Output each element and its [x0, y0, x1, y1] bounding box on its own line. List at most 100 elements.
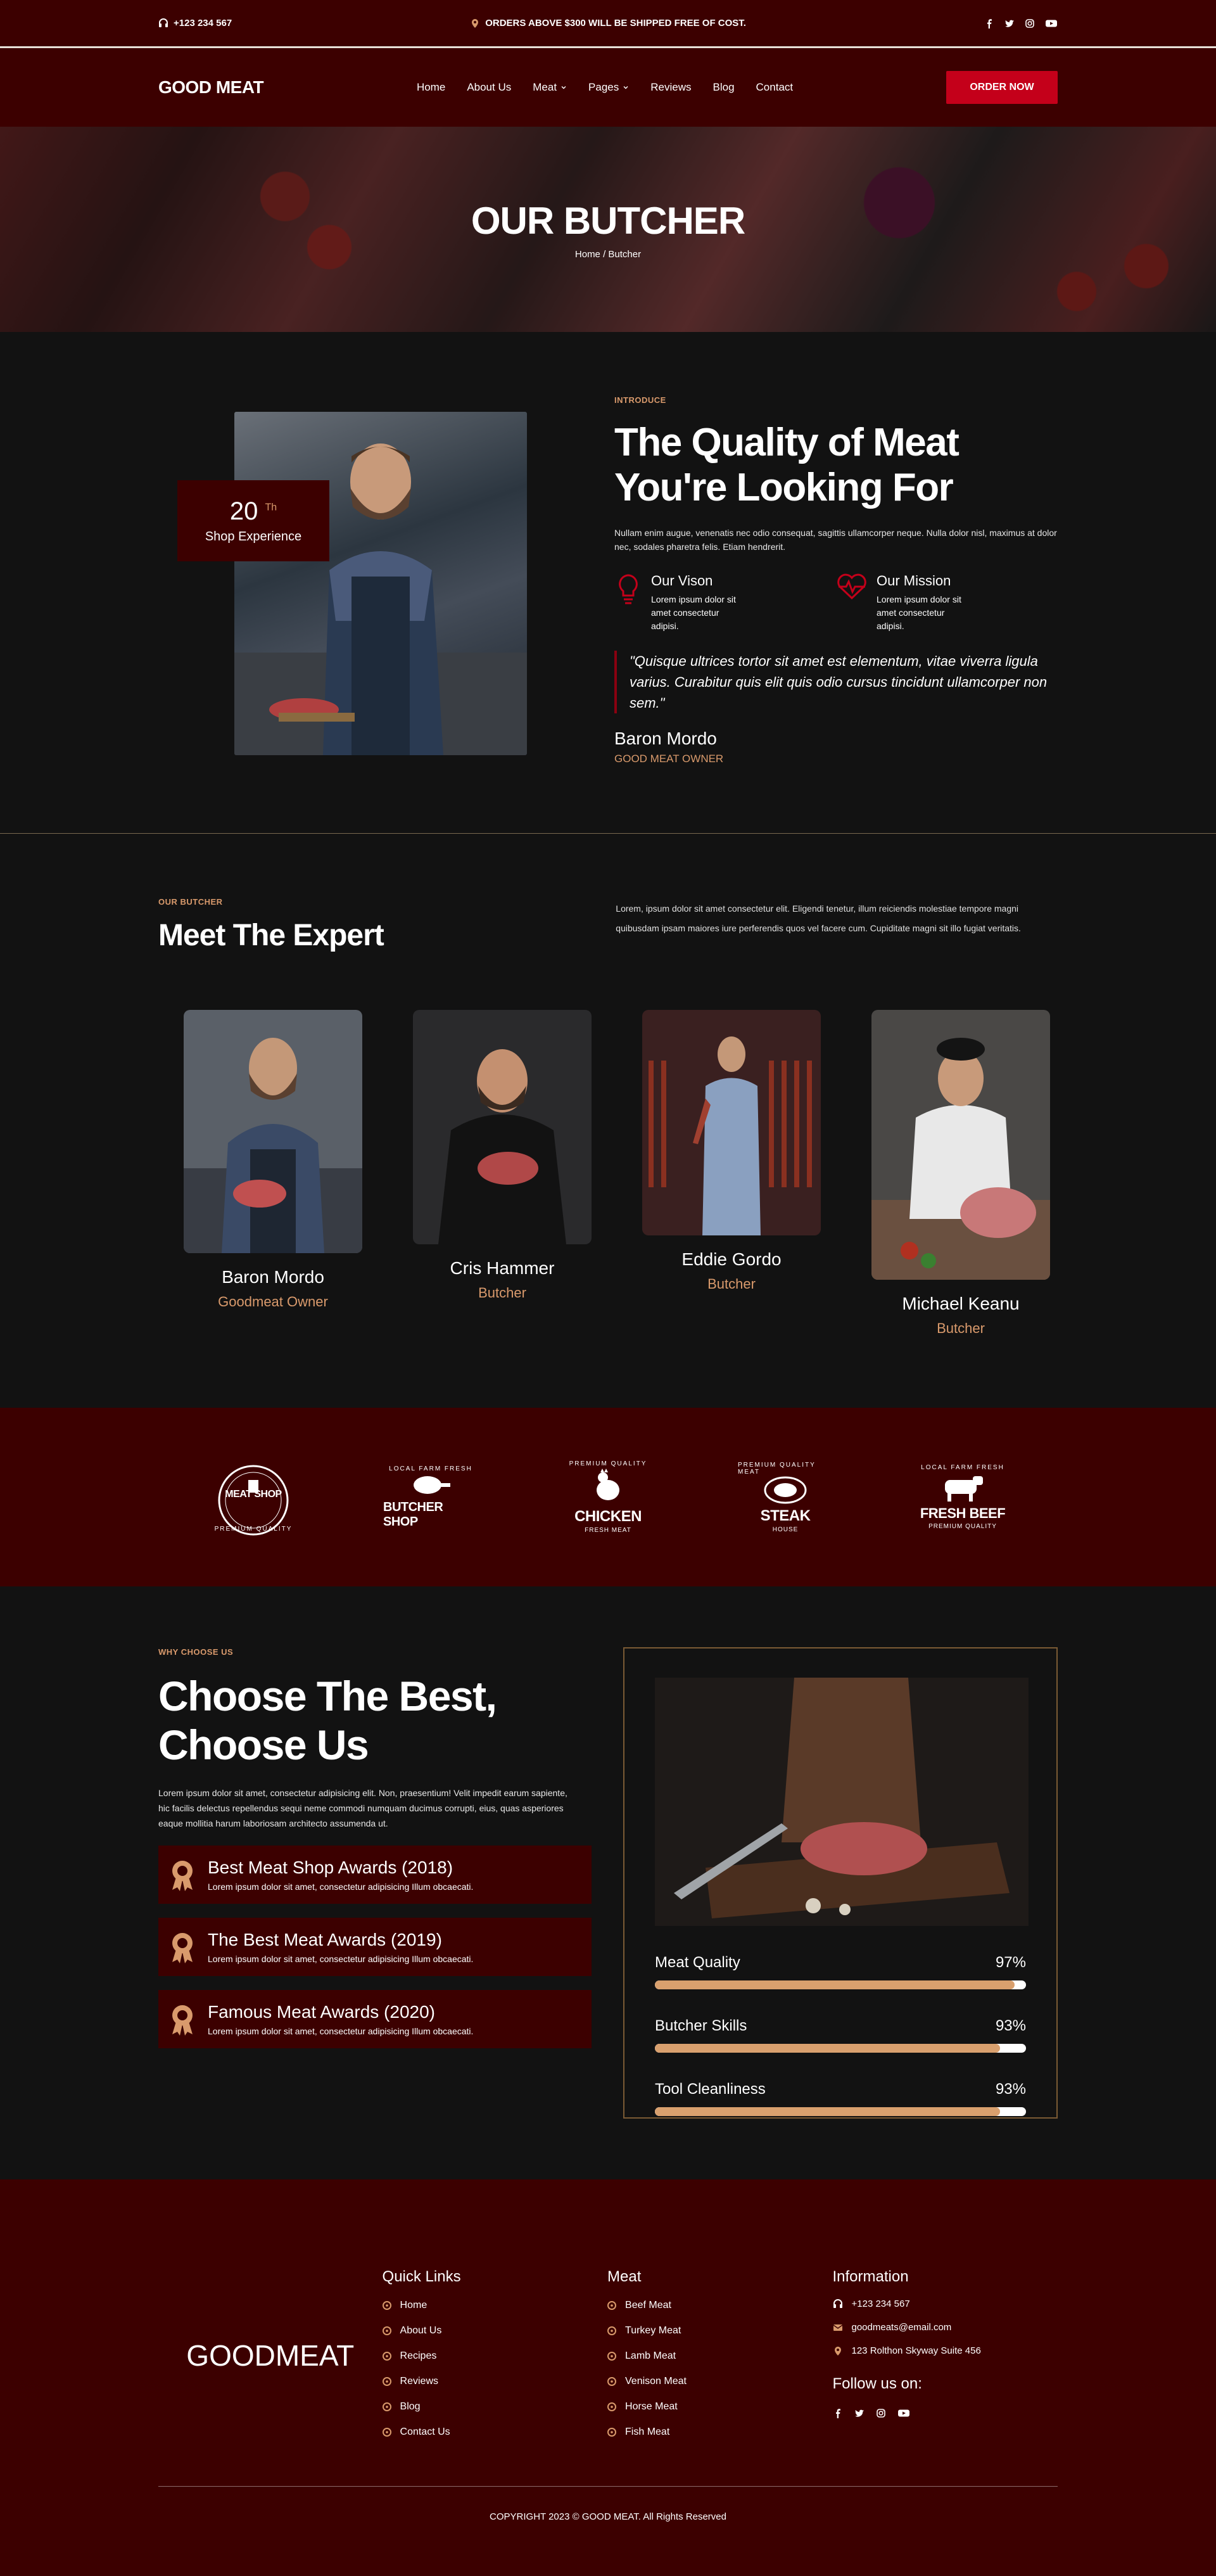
footer-link[interactable]: Recipes [382, 2350, 607, 2362]
nav-link-blog[interactable]: Blog [713, 81, 735, 94]
experts-title: Meet The Expert [158, 919, 384, 952]
skill-track [655, 1980, 1026, 1989]
footer-email[interactable]: goodmeats@email.com [833, 2322, 1058, 2333]
youtube-icon[interactable] [1045, 18, 1058, 29]
expert-photo [871, 1010, 1050, 1280]
twitter-icon[interactable] [1004, 18, 1015, 29]
breadcrumb[interactable]: Home / Butcher [575, 249, 641, 260]
expert-card[interactable]: Baron Mordo Goodmeat Owner [184, 1010, 362, 1310]
vision-mission: Our Vison Lorem ipsum dolor sit amet con… [614, 573, 1058, 633]
site-logo[interactable]: GOOD MEAT [158, 77, 264, 98]
nav-link-label: Contact [756, 81, 794, 93]
expert-photo [413, 1010, 592, 1244]
skill-fill [655, 2107, 1000, 2116]
main-navigation: GOOD MEAT Home About Us Meat Pages Revie… [0, 48, 1216, 127]
facebook-icon[interactable] [984, 18, 994, 29]
about-content: INTRODUCE The Quality of Meat You're Look… [570, 332, 1058, 833]
footer-link[interactable]: Fish Meat [607, 2426, 832, 2438]
footer-link[interactable]: Home [382, 2300, 607, 2311]
skill-fill [655, 2044, 1000, 2053]
nav-link-meat[interactable]: Meat [533, 81, 567, 94]
expert-card[interactable]: Cris Hammer Butcher [413, 1010, 592, 1301]
footer-email-text: goodmeats@email.com [851, 2322, 952, 2333]
topbar-phone[interactable]: +123 234 567 [158, 18, 232, 29]
bullet-circle-icon [382, 2402, 391, 2411]
butcher-cutting-photo [655, 1678, 1029, 1926]
page-title: OUR BUTCHER [471, 200, 745, 242]
topbar-notice-text: ORDERS ABOVE $300 WILL BE SHIPPED FREE O… [485, 18, 746, 29]
owner-name: Baron Mordo [614, 729, 717, 749]
about-paragraph: Nullam enim augue, venenatis nec odio co… [614, 527, 1057, 552]
footer-link[interactable]: Reviews [382, 2376, 607, 2387]
bullet-circle-icon [607, 2326, 617, 2335]
award-text: Lorem ipsum dolor sit amet, consectetur … [208, 2025, 474, 2036]
footer-link[interactable]: Contact Us [382, 2426, 607, 2438]
facebook-icon[interactable] [833, 2408, 843, 2418]
brand-top-text: LOCAL FARM FRESH [389, 1465, 472, 1472]
expert-role: Butcher [937, 1320, 985, 1336]
footer-column-title: Meat [607, 2268, 642, 2285]
footer-link[interactable]: Venison Meat [607, 2376, 832, 2387]
nav-link-home[interactable]: Home [417, 81, 445, 94]
expert-name: Baron Mordo [222, 1267, 324, 1287]
nav-link-pages[interactable]: Pages [588, 81, 629, 94]
award-text: Lorem ipsum dolor sit amet, consectetur … [208, 1953, 474, 1964]
headset-icon [159, 18, 168, 27]
footer-address: 123 Rolthon Skyway Suite 456 [833, 2345, 1058, 2356]
experience-badge: 20 Th Shop Experience [177, 480, 329, 561]
instagram-icon[interactable] [1025, 18, 1035, 29]
footer-link[interactable]: Beef Meat [607, 2300, 832, 2311]
footer-link-label: Turkey Meat [625, 2325, 681, 2336]
choose-content: WHY CHOOSE US Choose The Best, Choose Us … [158, 1586, 592, 2179]
footer-phone[interactable]: +123 234 567 [833, 2299, 1058, 2309]
topbar-phone-text: +123 234 567 [174, 18, 232, 29]
experience-number-value: 20 [229, 497, 258, 525]
footer-link[interactable]: Blog [382, 2401, 607, 2413]
award-title: Famous Meat Awards (2020) [208, 2001, 435, 2022]
nav-link-label: Blog [712, 81, 735, 93]
footer-link[interactable]: Horse Meat [607, 2401, 832, 2413]
bullet-circle-icon [382, 2377, 391, 2386]
skill-track [655, 2044, 1026, 2053]
footer-link[interactable]: Turkey Meat [607, 2325, 832, 2337]
nav-link-label: Home [416, 81, 446, 93]
footer-link-label: About Us [400, 2325, 442, 2336]
brand-logo-meat-shop: MEAT SHOP PREMIUM QUALITY [206, 1450, 301, 1545]
skill-track [655, 2107, 1026, 2116]
skill-bar: Butcher Skills 93% [655, 2017, 1026, 2053]
footer-link[interactable]: About Us [382, 2325, 607, 2337]
experts-section: OUR BUTCHER Meet The Expert Lorem, ipsum… [0, 834, 1216, 1408]
location-pin-icon [472, 18, 479, 28]
footer-divider [158, 2486, 1058, 2487]
about-title-line1: The Quality of Meat [614, 421, 960, 464]
skill-value: 93% [995, 2017, 1026, 2034]
nav-link-contact[interactable]: Contact [756, 81, 794, 94]
about-media: 20 Th Shop Experience [158, 332, 570, 833]
expert-card[interactable]: Michael Keanu Butcher [871, 1010, 1050, 1337]
footer-column-title: Information [832, 2268, 909, 2285]
expert-card[interactable]: Eddie Gordo Butcher [642, 1010, 821, 1292]
page-hero: OUR BUTCHER Home / Butcher [0, 127, 1216, 332]
bullet-circle-icon [607, 2377, 617, 2386]
headset-icon [833, 2299, 842, 2308]
expert-photo [184, 1010, 362, 1253]
bullet-circle-icon [382, 2352, 391, 2361]
footer-link[interactable]: Lamb Meat [607, 2350, 832, 2362]
order-now-button[interactable]: ORDER NOW [946, 71, 1058, 104]
nav-link-reviews[interactable]: Reviews [650, 81, 691, 94]
topbar-notice: ORDERS ABOVE $300 WILL BE SHIPPED FREE O… [470, 18, 746, 29]
instagram-icon[interactable] [876, 2408, 886, 2418]
experts-eyebrow: OUR BUTCHER [158, 897, 223, 907]
bullet-circle-icon [607, 2402, 617, 2411]
twitter-icon[interactable] [854, 2408, 864, 2418]
choose-title: Choose The Best, Choose Us [158, 1672, 592, 1769]
nav-link-about[interactable]: About Us [467, 81, 511, 94]
expert-photo [642, 1010, 821, 1235]
about-section: 20 Th Shop Experience INTRODUCE The Qual… [0, 332, 1216, 834]
youtube-icon[interactable] [897, 2408, 910, 2418]
experience-label: Shop Experience [205, 530, 302, 544]
footer-logo[interactable]: GOOD MEAT [158, 2268, 383, 2438]
bullet-circle-icon [382, 2301, 391, 2310]
choose-eyebrow: WHY CHOOSE US [158, 1647, 234, 1657]
footer-link-label: Home [400, 2300, 428, 2311]
